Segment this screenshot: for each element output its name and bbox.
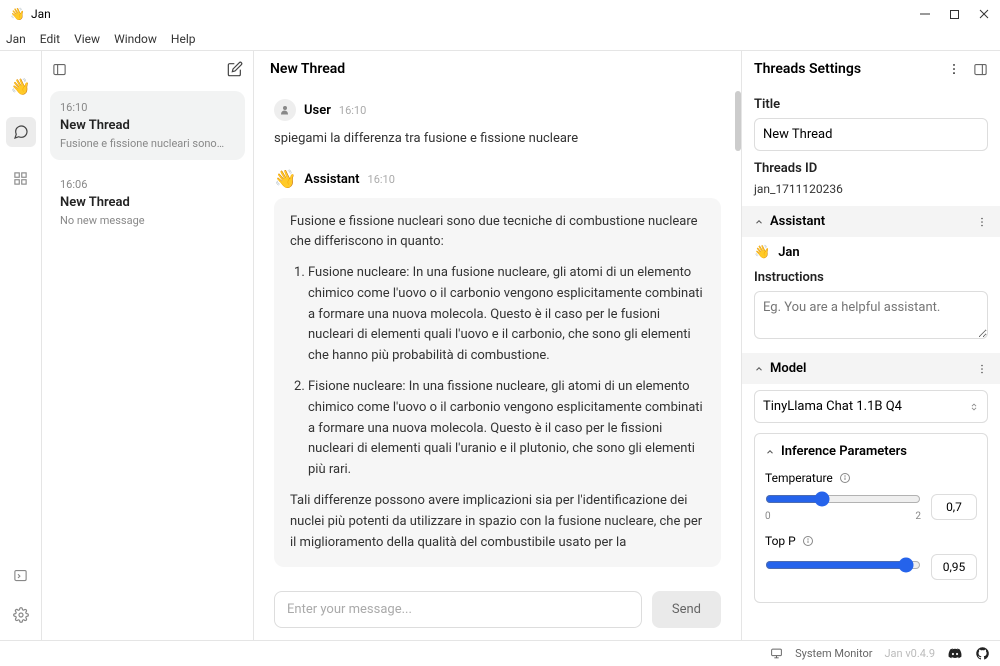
sort-icon: [969, 401, 979, 413]
topp-value[interactable]: 0,95: [931, 554, 977, 580]
menu-view[interactable]: View: [74, 32, 100, 46]
main-area: 👋: [0, 50, 1000, 640]
grid-icon: [13, 171, 28, 186]
nav-settings[interactable]: [6, 600, 36, 630]
user-avatar: [274, 99, 296, 121]
user-text: spiegami la differenza tra fusione e fis…: [274, 129, 721, 149]
system-monitor-link[interactable]: System Monitor: [795, 647, 872, 660]
window-controls: [919, 8, 990, 20]
window-title: Jan: [31, 7, 51, 21]
menu-bar: Jan Edit View Window Help: [0, 28, 1000, 50]
temperature-value[interactable]: 0,7: [931, 494, 977, 520]
wave-icon: 👋: [11, 77, 31, 96]
close-button[interactable]: [978, 8, 990, 20]
nav-apps[interactable]: [6, 163, 36, 193]
chevron-up-icon: [765, 447, 775, 457]
discord-icon[interactable]: [947, 647, 963, 661]
more-icon[interactable]: [976, 363, 988, 375]
chevron-up-icon: [754, 364, 764, 374]
model-section-header[interactable]: Model: [742, 353, 1000, 384]
version-label: Jan v0.4.9: [884, 647, 935, 660]
chat-icon: [13, 124, 29, 140]
more-icon[interactable]: [976, 216, 988, 228]
new-thread-icon[interactable]: [227, 61, 243, 77]
threads-id-label: Threads ID: [754, 161, 988, 176]
nav-home[interactable]: 👋: [6, 71, 36, 101]
assistant-list-item: Fisione nucleare: In una fissione nuclea…: [308, 377, 705, 481]
thread-title: New Thread: [60, 195, 235, 210]
thread-list: 16:10 New Thread Fusione e fissione nucl…: [42, 51, 254, 640]
info-icon[interactable]: [839, 472, 851, 484]
collapse-right-icon[interactable]: [973, 62, 988, 77]
thread-preview: Fusione e fissione nucleari sono…: [60, 137, 235, 150]
github-icon[interactable]: [975, 646, 990, 661]
nav-system[interactable]: [6, 560, 36, 590]
chat-body: User 16:10 spiegami la differenza tra fu…: [254, 87, 741, 579]
assistant-identity: 👋 Jan: [754, 245, 988, 260]
gear-icon: [13, 607, 29, 623]
status-bar: System Monitor Jan v0.4.9: [0, 640, 1000, 666]
model-select[interactable]: TinyLlama Chat 1.1B Q4: [754, 390, 988, 423]
wave-icon: 👋: [754, 245, 770, 260]
more-icon[interactable]: [947, 62, 961, 76]
info-icon[interactable]: [802, 535, 814, 547]
minimize-button[interactable]: [919, 8, 931, 20]
thread-time: 16:06: [60, 178, 235, 191]
assistant-message: 👋 Assistant 16:10 Fusione e fissione nuc…: [274, 169, 721, 568]
assistant-intro: Fusione e fissione nucleari sono due tec…: [290, 212, 705, 254]
temperature-slider[interactable]: [765, 491, 921, 507]
chat-header: New Thread: [254, 51, 741, 87]
inference-header: Inference Parameters: [781, 444, 907, 459]
user-message: User 16:10 spiegami la differenza tra fu…: [274, 99, 721, 149]
settings-panel: Threads Settings Title Threads ID jan_17…: [742, 51, 1000, 640]
assistant-avatar: 👋: [274, 169, 296, 190]
menu-help[interactable]: Help: [171, 32, 196, 46]
thread-title: New Thread: [60, 118, 235, 133]
instructions-label: Instructions: [754, 270, 988, 285]
chat-input-row: Send: [254, 579, 741, 640]
chat-panel: New Thread User 16:10 spiegami la differ…: [254, 51, 742, 640]
maximize-button[interactable]: [949, 9, 960, 20]
assistant-section-header[interactable]: Assistant: [742, 206, 1000, 237]
message-time: 16:10: [339, 104, 366, 117]
assistant-outro: Tali differenze possono avere implicazio…: [290, 491, 705, 553]
thread-time: 16:10: [60, 101, 235, 114]
assistant-name: Assistant: [304, 172, 359, 187]
thread-item[interactable]: 16:06 New Thread No new message: [50, 168, 245, 237]
nav-rail: 👋: [0, 51, 42, 640]
assistant-bubble: Fusione e fissione nucleari sono due tec…: [274, 198, 721, 568]
assistant-list-item: Fusione nucleare: In una fusione nuclear…: [308, 263, 705, 367]
settings-header: Threads Settings: [754, 61, 861, 77]
temperature-param: Temperature 02 0,7: [765, 471, 977, 522]
message-input[interactable]: [274, 591, 642, 628]
send-button[interactable]: Send: [652, 591, 721, 628]
topp-param: Top P 0,95: [765, 534, 977, 580]
threads-id-value: jan_1711120236: [754, 182, 988, 196]
monitor-icon: [770, 647, 783, 660]
message-time: 16:10: [368, 173, 395, 186]
menu-jan[interactable]: Jan: [6, 32, 26, 46]
inference-parameters: Inference Parameters Temperature 02 0,7: [754, 433, 988, 603]
nav-chat[interactable]: [6, 117, 36, 147]
collapse-left-icon[interactable]: [52, 62, 67, 77]
scrollbar[interactable]: [735, 91, 741, 151]
title-bar: 👋 Jan: [0, 0, 1000, 28]
title-label: Title: [754, 97, 988, 112]
instructions-input[interactable]: [754, 291, 988, 339]
terminal-icon: [13, 568, 28, 583]
topp-slider[interactable]: [765, 557, 921, 573]
user-name: User: [304, 103, 331, 118]
menu-edit[interactable]: Edit: [40, 32, 60, 46]
app-icon: 👋: [10, 7, 25, 21]
chevron-up-icon: [754, 217, 764, 227]
thread-preview: No new message: [60, 214, 235, 227]
menu-window[interactable]: Window: [114, 32, 157, 46]
thread-title-input[interactable]: [754, 118, 988, 151]
thread-item[interactable]: 16:10 New Thread Fusione e fissione nucl…: [50, 91, 245, 160]
